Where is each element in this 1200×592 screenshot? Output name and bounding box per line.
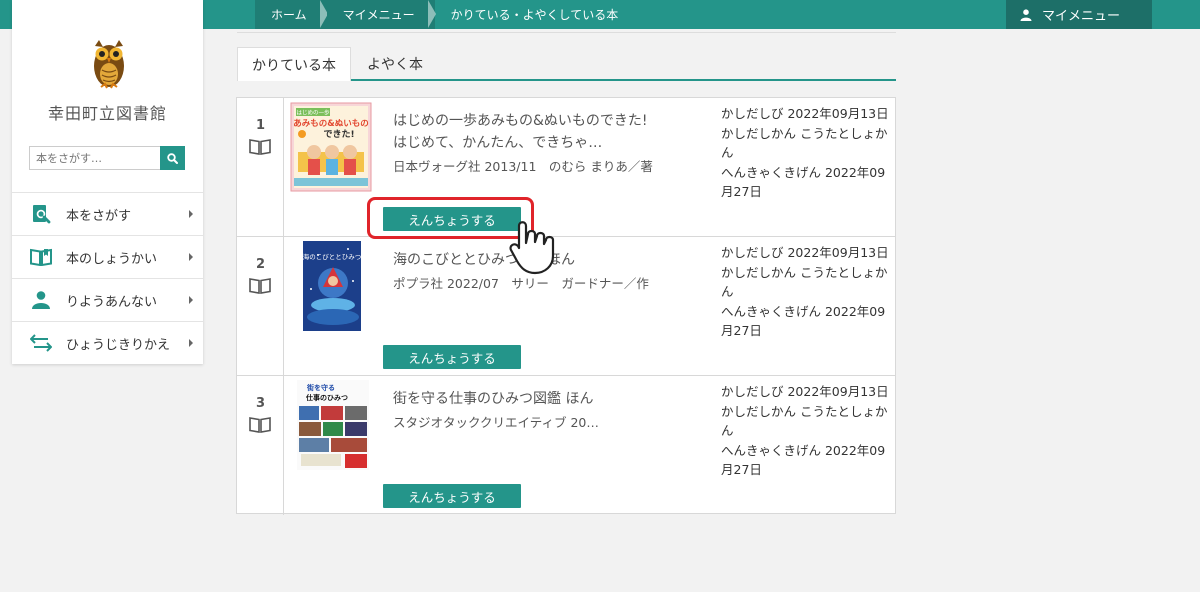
cover-text: できた! xyxy=(323,129,354,140)
book-cover-image[interactable]: 海のこびととひみつ xyxy=(303,241,361,331)
due-date: へんきゃくきげん 2022年09月27日 xyxy=(721,303,886,339)
cover-text: はじめの一歩 xyxy=(296,109,330,117)
book-title[interactable]: 街を守る仕事のひみつ図鑑 ほん xyxy=(393,388,713,410)
mymenu-button[interactable]: マイメニュー xyxy=(1006,0,1152,29)
book-info: 街を守る仕事のひみつ図鑑 ほん スタジオタッククリエイティブ 20… xyxy=(393,388,713,434)
breadcrumb-home-label: ホーム xyxy=(271,8,307,22)
mymenu-label: マイメニュー xyxy=(1042,9,1121,24)
book-cover-image[interactable]: 街を守る 仕事のひみつ xyxy=(297,380,369,470)
breadcrumb: ホーム マイメニュー かりている・よやくしている本 xyxy=(255,0,638,29)
user-icon xyxy=(1020,8,1032,21)
search-input[interactable] xyxy=(29,146,160,170)
tab-reserved[interactable]: よやく本 xyxy=(351,47,439,81)
due-date: へんきゃくきげん 2022年09月27日 xyxy=(721,164,886,200)
borrow-date: かしだしび 2022年09月13日 xyxy=(721,384,889,399)
book-info: はじめの一歩あみもの&ぬいものできた! はじめて、かんたん、できちゃ… 日本ヴォ… xyxy=(393,110,713,178)
pointing-hand-cursor-icon xyxy=(509,221,555,275)
chevron-right-icon xyxy=(189,253,193,261)
library-name: 幸田町立図書館 xyxy=(47,104,167,123)
branch-name: かしだしかん こうたとしょかん xyxy=(721,264,888,300)
breadcrumb-current-label: かりている・よやくしている本 xyxy=(450,8,619,22)
owl-logo-icon[interactable] xyxy=(89,36,129,90)
book-publisher: ポプラ社 2022/07 サリー ガードナー／作 xyxy=(393,276,649,291)
open-book-icon xyxy=(30,248,52,266)
sidebar-item-guide[interactable]: りようあんない xyxy=(12,278,203,321)
breadcrumb-home[interactable]: ホーム xyxy=(255,0,328,29)
book-publisher: 日本ヴォーグ社 2013/11 のむら まりあ／著 xyxy=(393,159,653,174)
sidebar-item-label: 本をさがす xyxy=(66,208,132,224)
divider xyxy=(237,32,896,33)
loan-details: かしだしび 2022年09月13日 かしだしかん こうたとしょかん へんきゃくき… xyxy=(721,243,893,341)
sidebar-item-label: りようあんない xyxy=(66,294,158,310)
row-number: 1 xyxy=(255,118,266,133)
search-button[interactable] xyxy=(160,146,185,170)
open-book-icon xyxy=(249,278,271,294)
loan-details: かしだしび 2022年09月13日 かしだしかん こうたとしょかん へんきゃくき… xyxy=(721,104,893,202)
sidebar-item-display-switch[interactable]: ひょうじきりかえ xyxy=(12,321,203,364)
cover-text: 街を守る xyxy=(306,383,335,392)
book-cover-image[interactable]: はじめの一歩 あみもの&ぬいもの できた! xyxy=(290,102,372,192)
borrow-date: かしだしび 2022年09月13日 xyxy=(721,106,889,121)
sidebar: 幸田町立図書館 本をさがす… 本をさがす 本のしょうかい りようあんない ひょう… xyxy=(12,0,203,364)
extend-button[interactable]: えんちょうする xyxy=(383,345,521,369)
search-icon xyxy=(167,152,178,164)
borrowed-book-list: 1 はじめの一歩 あみもの&ぬいもの できた! はじめの一歩あみもの&ぬいもので xyxy=(236,97,896,515)
chevron-right-icon xyxy=(189,296,193,304)
branch-name: かしだしかん こうたとしょかん xyxy=(721,125,888,161)
book-title[interactable]: はじめの一歩あみもの&ぬいものできた! xyxy=(393,110,713,132)
book-subtitle: はじめて、かんたん、できちゃ… xyxy=(393,135,603,151)
search-box xyxy=(29,146,185,170)
open-book-icon xyxy=(249,139,271,155)
switch-arrows-icon xyxy=(30,334,52,352)
list-item: 1 はじめの一歩 あみもの&ぬいもの できた! はじめの一歩あみもの&ぬいもので xyxy=(237,98,895,237)
extend-button[interactable]: えんちょうする xyxy=(383,484,521,508)
search-book-icon xyxy=(33,205,51,224)
breadcrumb-current: かりている・よやくしている本 xyxy=(435,0,639,29)
tab-bar: かりている本 よやく本 xyxy=(237,47,896,81)
row-number: 2 xyxy=(255,257,266,272)
cover-text: あみもの&ぬいもの xyxy=(293,119,368,129)
breadcrumb-mymenu[interactable]: マイメニュー xyxy=(326,0,436,29)
cover-text: 海のこびととひみつ xyxy=(303,252,361,261)
sidebar-item-book-intro[interactable]: 本のしょうかい xyxy=(12,235,203,278)
sidebar-item-search-books[interactable]: 本をさがす xyxy=(12,192,203,235)
list-item: 2 海のこびととひみつ 海のこびととひみつの…ほん ポプラ社 2022/07 サ… xyxy=(237,237,895,376)
open-book-icon xyxy=(249,417,271,433)
borrow-date: かしだしび 2022年09月13日 xyxy=(721,245,889,260)
chevron-right-icon xyxy=(189,210,193,218)
sidebar-nav: 本をさがす 本のしょうかい りようあんない ひょうじきりかえ xyxy=(12,192,203,364)
number-cell: 3 xyxy=(237,376,284,515)
book-publisher: スタジオタッククリエイティブ 20… xyxy=(393,415,599,430)
user-icon xyxy=(32,291,50,309)
number-cell: 1 xyxy=(237,98,284,236)
branch-name: かしだしかん こうたとしょかん xyxy=(721,403,888,439)
number-cell: 2 xyxy=(237,237,284,375)
tab-borrowed[interactable]: かりている本 xyxy=(237,47,351,81)
loan-details: かしだしび 2022年09月13日 かしだしかん こうたとしょかん へんきゃくき… xyxy=(721,382,893,480)
list-item: 3 街を守る 仕事のひみつ 街を守る仕事のひみつ図鑑 ほん スタジオタッククリエ… xyxy=(237,376,895,515)
cover-text: 仕事のひみつ xyxy=(305,393,348,402)
breadcrumb-mymenu-label: マイメニュー xyxy=(342,8,415,22)
due-date: へんきゃくきげん 2022年09月27日 xyxy=(721,442,886,478)
sidebar-item-label: ひょうじきりかえ xyxy=(66,337,171,353)
chevron-right-icon xyxy=(189,339,193,347)
row-number: 3 xyxy=(255,396,266,411)
sidebar-item-label: 本のしょうかい xyxy=(66,251,158,267)
